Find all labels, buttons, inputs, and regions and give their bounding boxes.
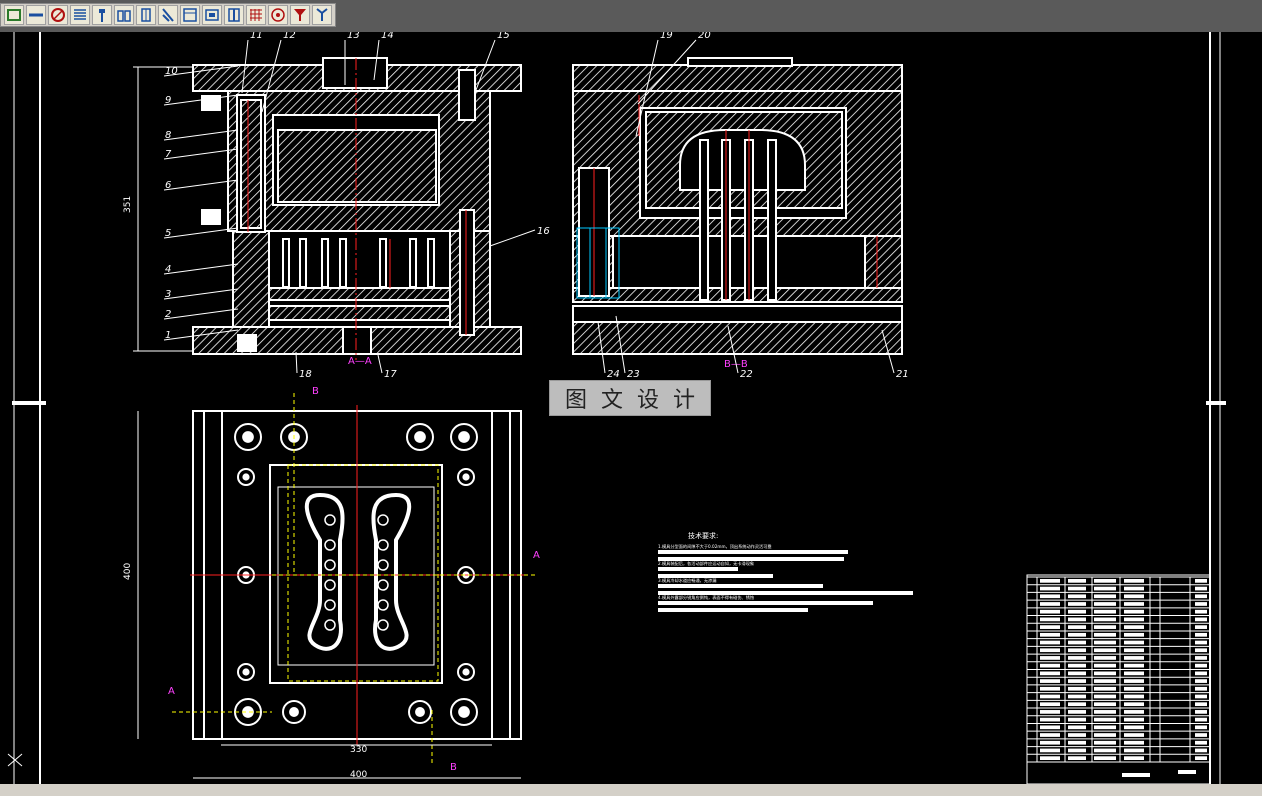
dim-width-330: 330 xyxy=(350,745,367,755)
balloon-19: 19 xyxy=(660,32,673,41)
section-view-b-b xyxy=(572,57,903,355)
balloon-4: 4 xyxy=(165,264,171,275)
balloon-15: 15 xyxy=(497,32,510,41)
balloon-6: 6 xyxy=(165,180,171,191)
tech-line-bar xyxy=(658,550,848,554)
balloon-10: 10 xyxy=(165,66,178,77)
section-mark-b-top: B xyxy=(312,386,319,397)
toolbar-button-hline[interactable] xyxy=(26,5,46,25)
toolbar-button-plate[interactable] xyxy=(114,5,134,25)
balloon-24: 24 xyxy=(607,369,620,380)
slant-icon xyxy=(162,8,174,22)
dim-height-351: 351 xyxy=(123,196,133,213)
balloon-20: 20 xyxy=(698,32,711,41)
balloon-5: 5 xyxy=(165,228,171,239)
section-view-a-a-dims xyxy=(133,66,193,352)
balloon-22: 22 xyxy=(740,369,753,380)
tech-line-bar xyxy=(658,567,738,571)
section-mark-a-left: A xyxy=(168,686,175,697)
technical-requirements: 技术要求: 1.模具分型面的间隙不大于0.02mm，顶出系统动作灵活可靠 2.模具… xyxy=(658,531,913,612)
status-bar xyxy=(0,784,1262,796)
watermark-label: 图文设计 xyxy=(549,380,711,416)
hline-icon xyxy=(29,13,43,17)
plate-icon xyxy=(117,10,131,22)
section-mark-a-right: A xyxy=(533,550,540,561)
balloon-11: 11 xyxy=(250,32,263,41)
balloon-leader xyxy=(377,354,383,374)
plan-view-hidden xyxy=(172,393,538,766)
toolbar-button-fork[interactable] xyxy=(312,5,332,25)
toolbar-button-mold[interactable] xyxy=(202,5,222,25)
balloon-leader xyxy=(163,308,239,320)
balloon-leader xyxy=(489,229,536,247)
tech-line: 2.模具装配后，各活动部件应运动自如，无卡滞现象 xyxy=(658,560,754,567)
balloon-leader xyxy=(163,148,239,160)
dim-plan-height: 400 xyxy=(123,563,133,580)
balloon-leader xyxy=(295,351,298,374)
balloon-leader xyxy=(163,179,239,191)
dim-width-400: 400 xyxy=(350,770,367,780)
tech-line: 4.模具外露部分锐角应倒钝，表面不得有碰伤、锈蚀 xyxy=(658,594,754,601)
drafting-toolbar xyxy=(0,3,336,27)
bolt-icon xyxy=(99,9,105,22)
toolbar-button-stack[interactable] xyxy=(70,5,90,25)
plan-view-dims xyxy=(137,411,521,779)
section-view-a-a xyxy=(192,57,522,355)
tech-line-bar xyxy=(658,608,808,612)
balloon-21: 21 xyxy=(896,369,909,380)
balloon-16: 16 xyxy=(537,226,550,237)
balloon-17: 17 xyxy=(384,369,397,380)
toolbar-button-frame[interactable] xyxy=(180,5,200,25)
section-label-aa: A—A xyxy=(348,356,372,367)
toolbar-button-insert[interactable] xyxy=(224,5,244,25)
balloon-7: 7 xyxy=(165,149,172,160)
target-icon xyxy=(271,8,285,22)
balloon-leader xyxy=(163,263,239,275)
toolbar-button-pin[interactable] xyxy=(136,5,156,25)
insert-icon xyxy=(228,8,240,22)
toolbar-button-grid[interactable] xyxy=(246,5,266,25)
toolbar-button-slant[interactable] xyxy=(158,5,178,25)
balloon-3: 3 xyxy=(165,289,171,300)
balloon-1: 1 xyxy=(165,330,171,341)
toolbar-button-hatch[interactable] xyxy=(48,5,68,25)
title-block xyxy=(1026,574,1211,784)
frame-icon xyxy=(183,8,197,22)
balloon-14: 14 xyxy=(381,32,394,41)
balloon-9: 9 xyxy=(165,95,171,106)
ucs-icon xyxy=(7,753,23,767)
balloon-leader xyxy=(163,288,239,300)
toolbar-button-target[interactable] xyxy=(268,5,288,25)
balloon-12: 12 xyxy=(283,32,296,41)
tech-line-bar xyxy=(658,584,823,588)
layer-icon xyxy=(7,9,21,21)
balloon-2: 2 xyxy=(165,309,171,320)
balloon-leader xyxy=(163,129,239,141)
balloon-leader xyxy=(163,227,239,239)
balloon-8: 8 xyxy=(165,130,171,141)
balloon-23: 23 xyxy=(627,369,640,380)
toolbar-button-bolt[interactable] xyxy=(92,5,112,25)
tech-line: 1.模具分型面的间隙不大于0.02mm，顶出系统动作灵活可靠 xyxy=(658,543,772,550)
funnel-icon xyxy=(294,9,306,21)
mold-icon xyxy=(205,9,219,21)
hatch-icon xyxy=(51,8,65,22)
tech-line: 3.模具冷却水道应畅通，无渗漏 xyxy=(658,577,716,584)
balloon-18: 18 xyxy=(299,369,312,380)
toolbar-button-funnel[interactable] xyxy=(290,5,310,25)
balloon-13: 13 xyxy=(347,32,360,41)
pin-icon xyxy=(141,8,151,22)
tech-title: 技术要求: xyxy=(688,531,718,540)
section-mark-b-bottom: B xyxy=(450,762,457,773)
fork-icon xyxy=(316,8,328,21)
tech-line-bar xyxy=(658,601,873,605)
stack-icon xyxy=(74,9,86,20)
toolbar-button-layer[interactable] xyxy=(4,5,24,25)
grid-icon xyxy=(250,9,262,21)
